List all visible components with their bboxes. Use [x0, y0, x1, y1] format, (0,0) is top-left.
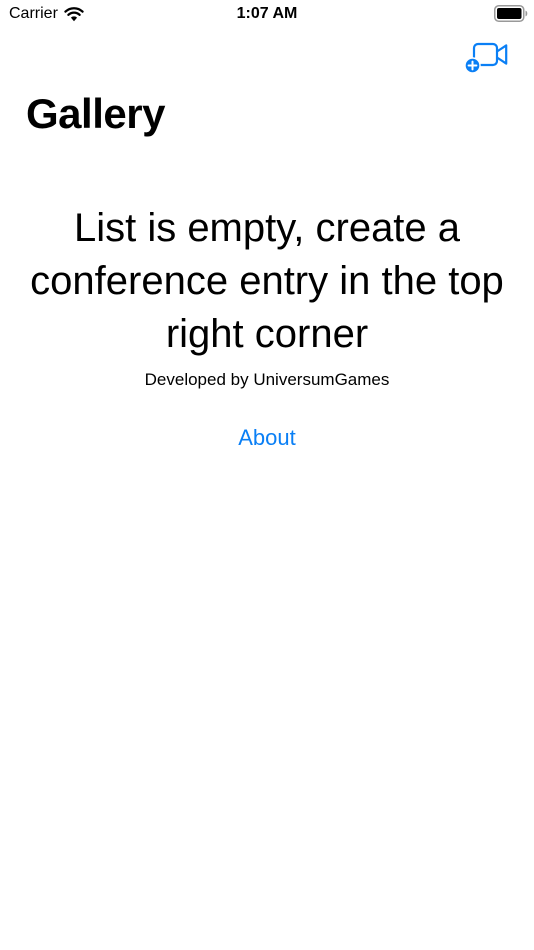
about-button[interactable]: About	[217, 424, 317, 452]
battery-icon	[494, 5, 528, 22]
add-conference-button[interactable]	[462, 38, 510, 74]
status-bar: Carrier 1:07 AM	[0, 0, 534, 30]
developer-credit: Developed by UniversumGames	[144, 370, 390, 389]
status-time: 1:07 AM	[236, 5, 298, 22]
empty-state-message: List is empty, create a conference entry…	[30, 206, 504, 356]
page-title: Gallery	[26, 90, 165, 137]
video-plus-icon	[464, 42, 508, 74]
navigation-bar	[0, 30, 534, 76]
